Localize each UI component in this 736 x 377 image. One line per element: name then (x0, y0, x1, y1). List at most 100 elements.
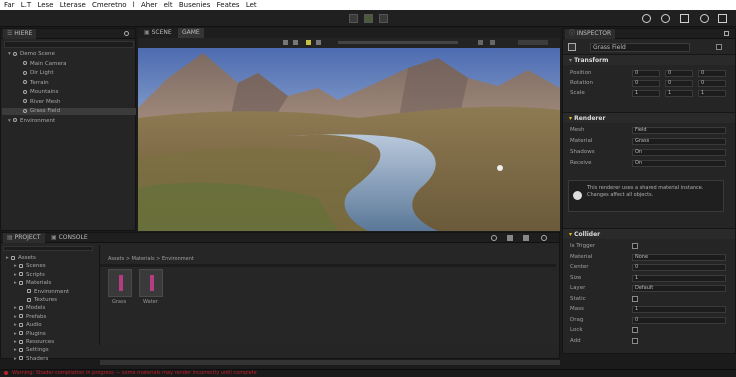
renderer-value-field[interactable]: On (632, 149, 726, 156)
folder-item[interactable]: ▸ Settings (2, 347, 96, 354)
collider-value-field[interactable]: Default (632, 285, 726, 292)
transform-value-field[interactable]: 0 (698, 70, 726, 77)
collider-checkbox[interactable] (632, 337, 638, 344)
collider-checkbox[interactable] (632, 327, 638, 333)
tab-console[interactable]: ▣ CONSOLE (47, 233, 92, 243)
filter-icon[interactable] (507, 235, 513, 241)
options-icon[interactable] (124, 31, 129, 36)
renderer-value-field[interactable]: Field (632, 127, 726, 134)
renderer-value-field[interactable]: On (632, 160, 726, 167)
transform-value-field[interactable]: 1 (632, 90, 660, 97)
tab-game[interactable]: GAME (178, 28, 204, 38)
tab-inspector[interactable]: ⓘ INSPECTOR (565, 29, 616, 39)
folder-item[interactable]: ▸ Materials (2, 280, 96, 287)
collider-label: Is Trigger (570, 243, 596, 249)
transform-label: Scale (570, 90, 585, 96)
transform-value-field[interactable]: 1 (698, 90, 726, 97)
cloud-icon[interactable] (642, 14, 651, 23)
collab-icon[interactable] (700, 14, 709, 23)
audio-icon[interactable] (316, 40, 321, 45)
lock-icon[interactable] (724, 31, 729, 36)
hierarchy-item[interactable]: Dir Light (2, 70, 136, 77)
menu-item[interactable]: l (133, 0, 135, 10)
camera-icon[interactable] (490, 40, 495, 45)
folder-item[interactable]: Environment (2, 289, 96, 296)
account-icon[interactable] (661, 14, 670, 23)
transform-value-field[interactable]: 0 (665, 80, 693, 87)
collider-checkbox[interactable] (632, 243, 638, 249)
hierarchy-item[interactable]: Terrain (2, 80, 136, 87)
collider-section-header[interactable]: ▾ Collider (563, 228, 735, 239)
transform-value-field[interactable]: 0 (632, 80, 660, 87)
transform-value-field[interactable]: 0 (632, 70, 660, 77)
collider-checkbox[interactable] (632, 295, 638, 302)
object-name-field[interactable]: Grass Field (590, 43, 690, 52)
menu-item[interactable]: Lterase (60, 0, 86, 10)
project-search-input[interactable] (3, 246, 93, 251)
view-slider[interactable] (338, 41, 458, 44)
tab-project[interactable]: ▤ PROJECT (3, 233, 45, 243)
renderer-section-header[interactable]: ▾ Renderer (563, 112, 735, 123)
hierarchy-item[interactable]: ▾ Environment (2, 118, 136, 125)
menu-item[interactable]: Busenies (179, 0, 211, 10)
folder-item[interactable]: ▸ Audio (2, 322, 96, 329)
menu-item[interactable]: Cmeretno (92, 0, 127, 10)
tab-hierarchy[interactable]: ☰ HIERE (3, 29, 37, 39)
collider-value-field[interactable]: 0 (632, 264, 726, 271)
folder-item[interactable]: ▸ Plugins (2, 331, 96, 338)
options-icon[interactable] (541, 235, 547, 241)
transform-value-field[interactable]: 1 (665, 90, 693, 97)
folder-item[interactable]: ▸ Resources (2, 339, 96, 346)
light-icon[interactable] (306, 40, 311, 45)
pause-icon[interactable] (364, 14, 373, 23)
2d-icon[interactable] (293, 40, 298, 45)
layout-icon[interactable] (718, 14, 727, 23)
warning-icon (4, 371, 8, 375)
menu-item[interactable]: Aher (141, 0, 157, 10)
hierarchy-item[interactable]: Grass Field (2, 108, 136, 115)
folder-item[interactable]: ▸ Shaders (2, 356, 96, 363)
transform-section-header[interactable]: ▾ Transform (563, 54, 735, 65)
hierarchy-item[interactable]: Main Camera (2, 61, 136, 68)
menu-item[interactable]: Let (246, 0, 257, 10)
static-checkbox[interactable] (716, 44, 722, 50)
gizmos-icon[interactable] (478, 40, 483, 45)
menu-item[interactable]: elt (164, 0, 173, 10)
asset-thumbnail[interactable] (139, 269, 163, 297)
tab-scene[interactable]: ▣ SCENE (140, 28, 176, 38)
hierarchy-search-input[interactable] (4, 41, 134, 48)
collider-value-field[interactable]: 1 (632, 306, 726, 313)
hierarchy-item[interactable]: River Mesh (2, 99, 136, 106)
search-icon[interactable] (491, 235, 497, 241)
step-icon[interactable] (379, 14, 388, 23)
folder-item[interactable]: Textures (2, 297, 96, 304)
folder-item[interactable]: ▸ Scripts (2, 272, 96, 279)
folder-item[interactable]: ▸ Models (2, 305, 96, 312)
horizontal-scrollbar[interactable] (100, 360, 560, 365)
menu-item[interactable]: L.T (21, 0, 31, 10)
search-field[interactable] (518, 40, 548, 45)
hierarchy-item[interactable]: Mountains (2, 89, 136, 96)
label-icon[interactable] (523, 235, 529, 241)
renderer-value-field[interactable]: Grass (632, 138, 726, 145)
collider-value-field[interactable]: 1 (632, 274, 726, 282)
layers-icon[interactable] (680, 14, 689, 23)
hierarchy-item[interactable]: ▾ Demo Scene (2, 51, 136, 58)
gameobject-icon (23, 89, 27, 94)
asset-thumbnail[interactable] (108, 269, 132, 297)
menu-item[interactable]: Far (4, 0, 15, 10)
status-message[interactable]: Warning: Shader compilation in progress … (12, 370, 257, 377)
folder-item[interactable]: ▸ Scenes (2, 263, 96, 270)
collider-value-field[interactable]: None (632, 253, 726, 261)
scene-viewport[interactable] (138, 48, 560, 231)
info-box: This renderer uses a shared material ins… (568, 180, 724, 212)
transform-value-field[interactable]: 0 (665, 70, 693, 77)
folder-item[interactable]: ▸ Assets (2, 255, 96, 262)
menu-item[interactable]: Lese (37, 0, 53, 10)
collider-value-field[interactable]: 0 (632, 316, 726, 324)
folder-item[interactable]: ▸ Prefabs (2, 314, 96, 321)
menu-item[interactable]: Feates (217, 0, 240, 10)
play-icon[interactable] (349, 14, 358, 23)
transform-value-field[interactable]: 0 (698, 80, 726, 87)
shading-icon[interactable] (283, 40, 288, 45)
